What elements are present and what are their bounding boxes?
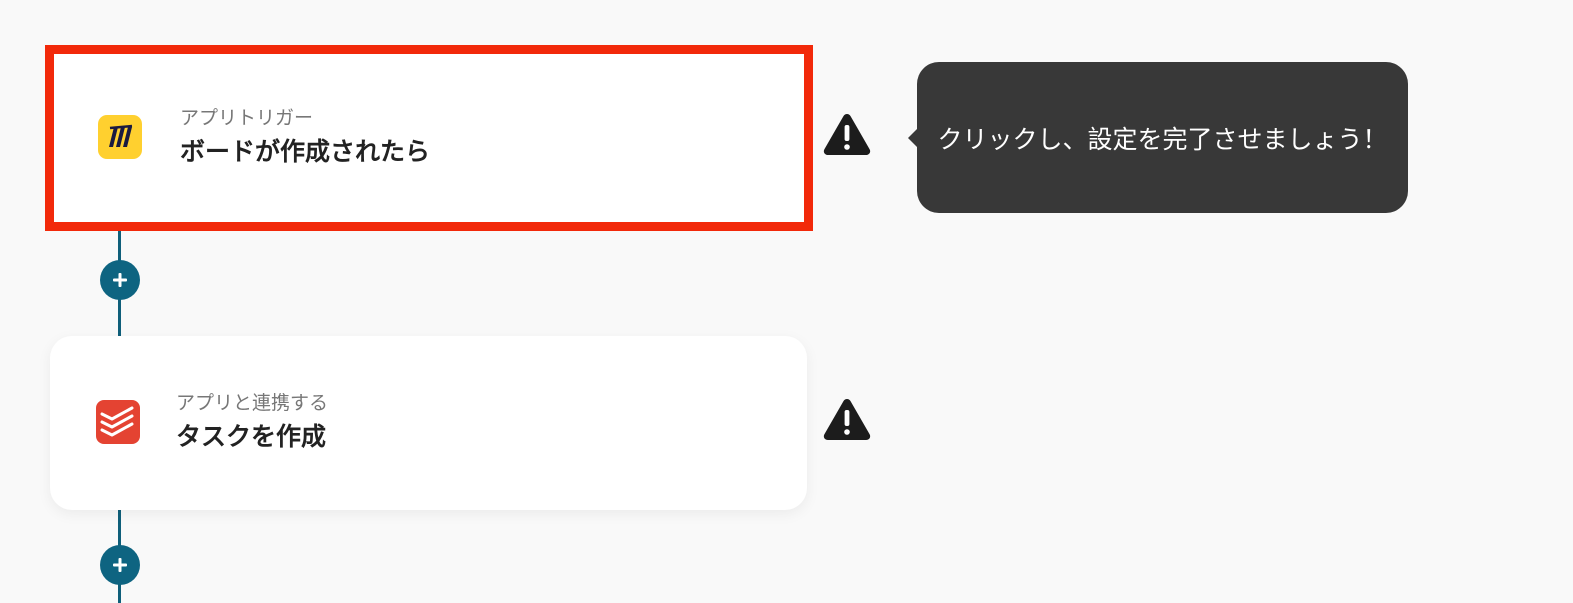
miro-icon — [98, 115, 142, 159]
step-subtitle: アプリと連携する — [176, 392, 329, 414]
tooltip-text: クリックし、設定を完了させましょう！ — [937, 124, 1388, 154]
plus-icon — [113, 558, 127, 572]
step-title: ボードが作成されたら — [180, 137, 431, 166]
step-subtitle: アプリトリガー — [180, 107, 314, 129]
setup-tooltip: クリックし、設定を完了させましょう！ — [908, 62, 1408, 213]
action-step-text: アプリと連携する タスクを作成 — [176, 390, 328, 455]
plus-icon — [113, 273, 127, 287]
trigger-step-text: アプリトリガー ボードが作成されたら — [180, 105, 430, 170]
warning-triangle-icon[interactable] — [822, 397, 872, 441]
step-title: タスクを作成 — [176, 422, 327, 451]
add-step-button[interactable] — [100, 545, 140, 585]
warning-triangle-icon[interactable] — [822, 112, 872, 156]
trigger-step-card[interactable]: アプリトリガー ボードが作成されたら — [45, 45, 813, 231]
add-step-button[interactable] — [100, 260, 140, 300]
todoist-icon — [96, 400, 140, 444]
tooltip-arrow — [908, 128, 918, 148]
action-step-card[interactable]: アプリと連携する タスクを作成 — [50, 336, 807, 510]
